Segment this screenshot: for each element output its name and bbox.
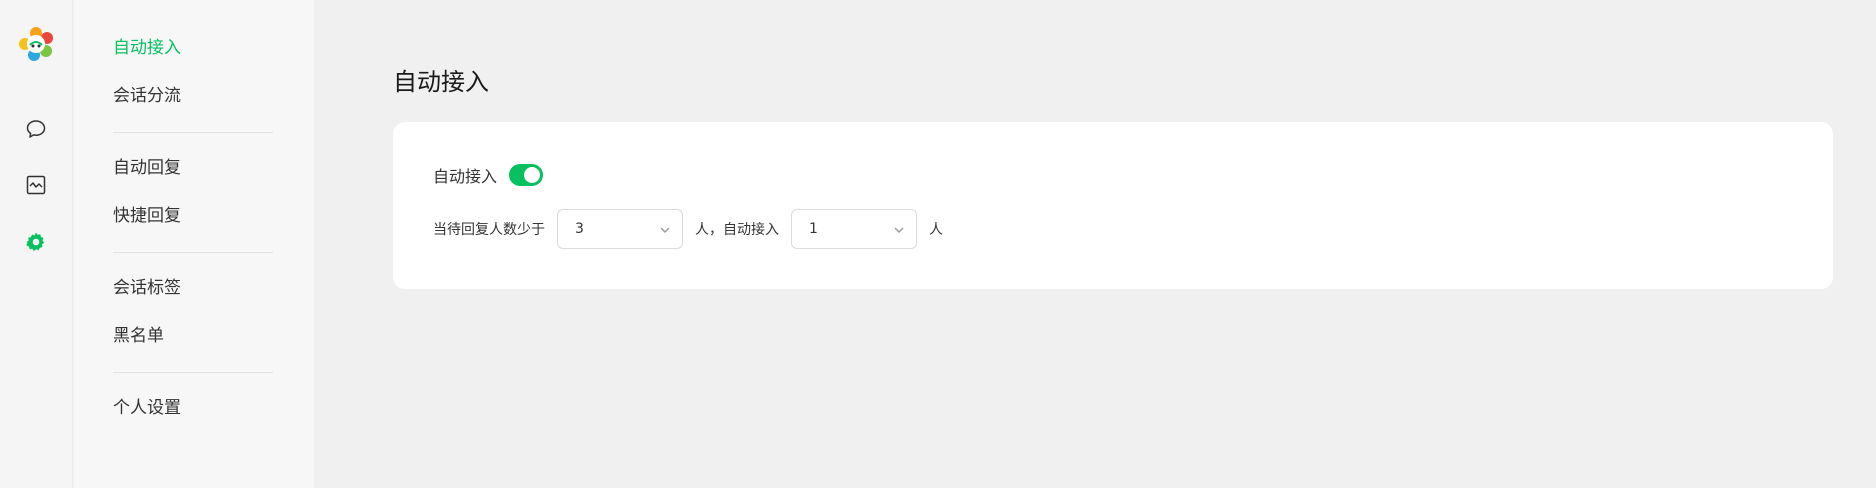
settings-menu: 自动接入 会话分流 自动回复 快捷回复 会话标签 黑名单 个人设置: [74, 0, 314, 488]
menu-item-session-tags[interactable]: 会话标签: [113, 276, 181, 300]
chevron-down-icon: [660, 227, 670, 233]
threshold-select[interactable]: 3: [557, 209, 683, 249]
menu-divider: [113, 372, 273, 373]
menu-item-blacklist[interactable]: 黑名单: [113, 324, 164, 348]
chevron-down-icon: [894, 227, 904, 233]
icon-rail: [0, 0, 73, 488]
main-content: 自动接入 自动接入 当待回复人数少于 3 人，自动接入 1 人: [314, 0, 1876, 488]
auto-access-label: 自动接入: [433, 167, 498, 186]
rule-suffix-label: 人: [929, 222, 943, 238]
accept-count-select[interactable]: 1: [791, 209, 917, 249]
menu-divider: [113, 132, 273, 133]
menu-item-personal-settings[interactable]: 个人设置: [113, 396, 181, 420]
gear-icon: [26, 232, 45, 251]
toggle-row: 自动接入: [433, 162, 544, 188]
menu-item-auto-access[interactable]: 自动接入: [113, 36, 181, 60]
accept-count-value: 1: [809, 221, 818, 237]
auto-access-toggle[interactable]: [509, 164, 544, 186]
threshold-value: 3: [575, 221, 584, 237]
menu-divider: [113, 252, 273, 253]
app-logo-icon[interactable]: [16, 24, 56, 64]
chat-rail-button[interactable]: [22, 115, 50, 143]
page-title: 自动接入: [393, 68, 489, 96]
chart-window-icon: [26, 175, 46, 195]
menu-item-auto-reply[interactable]: 自动回复: [113, 156, 181, 180]
menu-item-quick-reply[interactable]: 快捷回复: [113, 204, 181, 228]
settings-rail-button[interactable]: [22, 228, 50, 256]
rule-row: 当待回复人数少于 3 人，自动接入 1 人: [433, 209, 943, 249]
rule-prefix-label: 当待回复人数少于: [433, 222, 545, 238]
toggle-knob: [524, 167, 541, 183]
monitor-rail-button[interactable]: [22, 171, 50, 199]
chat-bubble-icon: [26, 120, 46, 138]
auto-access-card: 自动接入 当待回复人数少于 3 人，自动接入 1 人: [393, 122, 1833, 289]
rule-middle-label: 人，自动接入: [695, 222, 779, 238]
menu-item-session-dispatch[interactable]: 会话分流: [113, 84, 181, 108]
